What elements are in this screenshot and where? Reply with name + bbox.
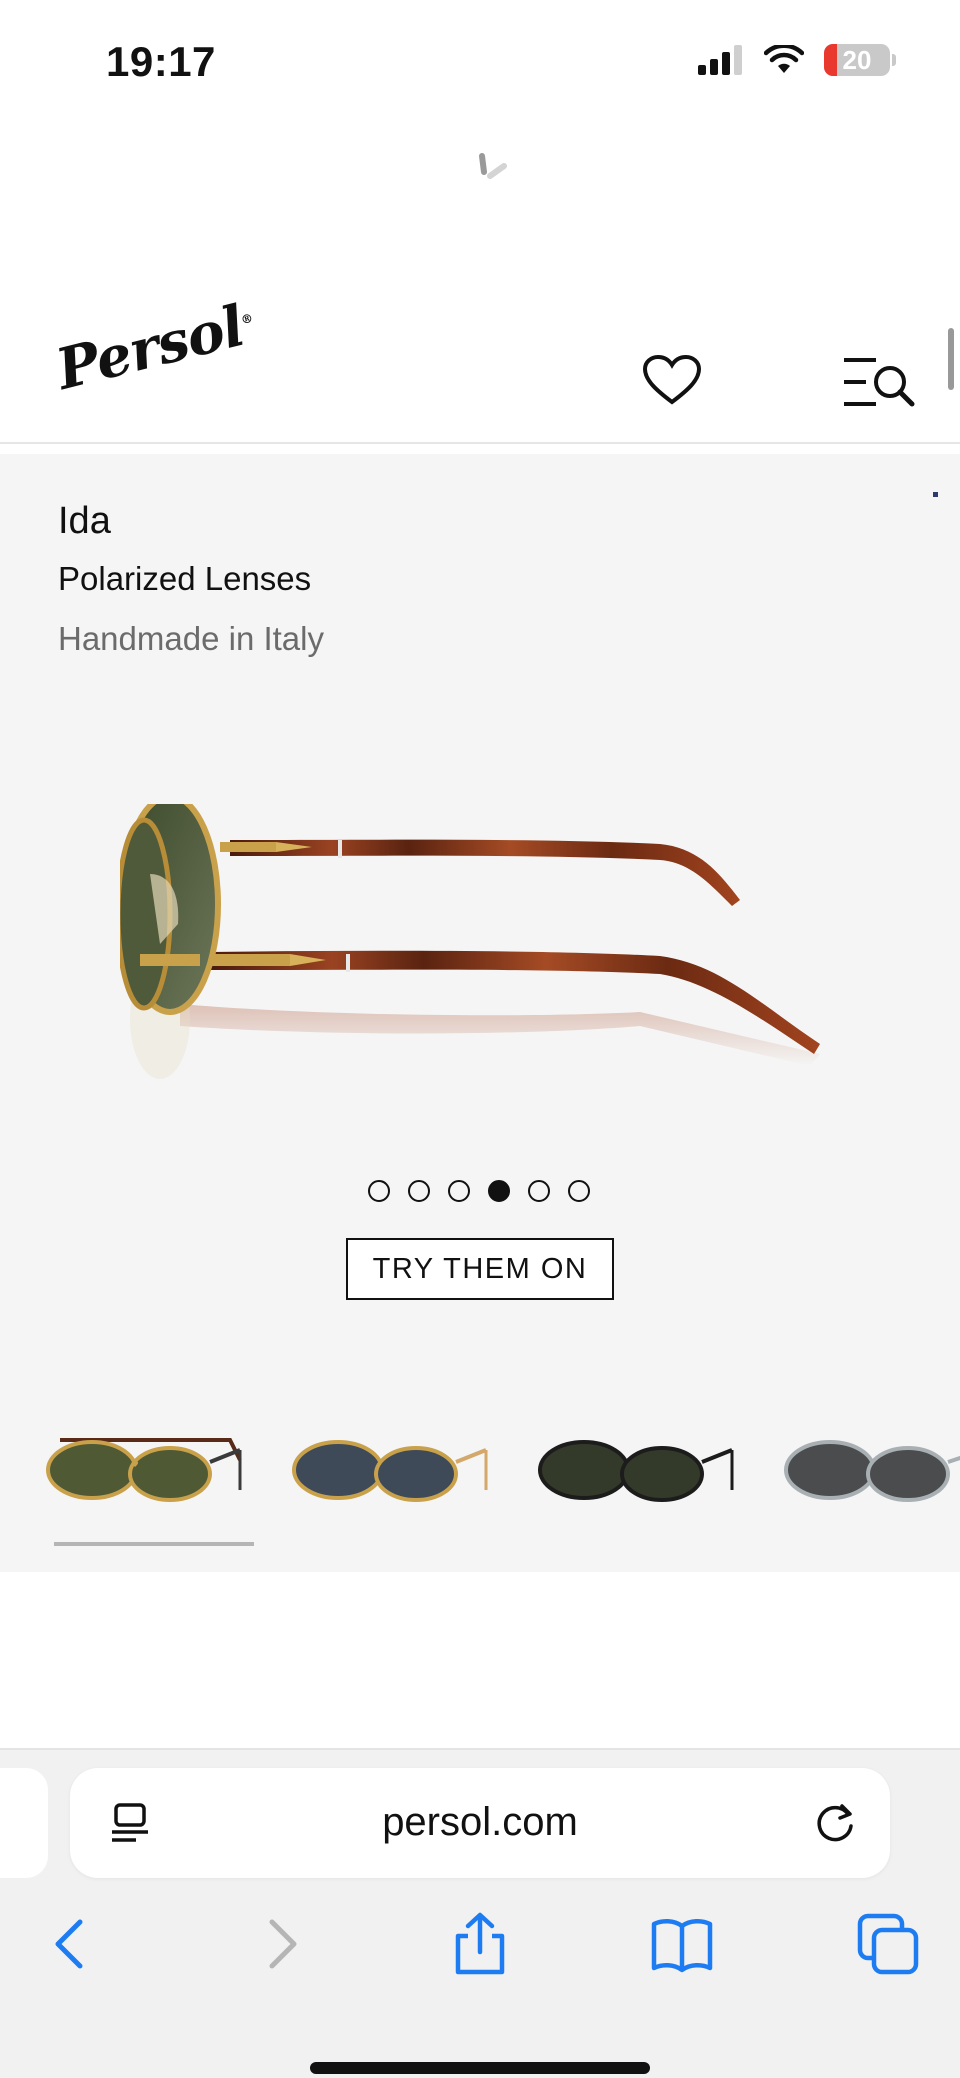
carousel-dot[interactable] bbox=[408, 1180, 430, 1202]
carousel-dot[interactable] bbox=[528, 1180, 550, 1202]
product-subtitle: Polarized Lenses bbox=[58, 560, 312, 597]
bookmarks-icon[interactable] bbox=[650, 1912, 714, 1976]
carousel-dot[interactable] bbox=[448, 1180, 470, 1202]
reload-icon[interactable] bbox=[812, 1800, 858, 1846]
tabs-icon[interactable] bbox=[856, 1912, 920, 1976]
loading-spinner-icon bbox=[479, 153, 507, 179]
product-name: Ida bbox=[58, 500, 111, 542]
previous-tab-preview[interactable] bbox=[0, 1768, 48, 1878]
carousel-dots bbox=[368, 1180, 590, 1202]
back-icon[interactable] bbox=[40, 1912, 104, 1976]
try-them-on-button[interactable]: TRY THEM ON bbox=[346, 1238, 614, 1300]
variant-gold-green[interactable] bbox=[40, 1420, 246, 1520]
product-origin: Handmade in Italy bbox=[58, 620, 324, 657]
corner-marker bbox=[933, 492, 938, 497]
status-time: 19:17 bbox=[106, 38, 216, 85]
menu-search-icon[interactable] bbox=[842, 354, 918, 410]
product-image[interactable] bbox=[120, 804, 860, 1154]
brand-logo[interactable]: Persol® bbox=[50, 290, 261, 403]
scroll-indicator[interactable] bbox=[948, 328, 954, 390]
heart-icon[interactable] bbox=[642, 354, 702, 406]
wifi-icon bbox=[764, 45, 804, 73]
address-url[interactable]: persol.com bbox=[70, 1800, 890, 1845]
share-icon[interactable] bbox=[448, 1912, 512, 1976]
status-bar: 19:17 20 bbox=[0, 0, 960, 130]
color-variants bbox=[40, 1420, 960, 1520]
site-header: Persol® bbox=[0, 293, 960, 444]
battery-icon: 20 bbox=[824, 44, 890, 76]
variant-black-green[interactable] bbox=[532, 1420, 738, 1520]
product-panel: Ida Polarized Lenses Handmade in Italy T… bbox=[0, 454, 960, 1572]
carousel-dot-active[interactable] bbox=[488, 1180, 510, 1202]
home-indicator[interactable] bbox=[310, 2062, 650, 2074]
selected-variant-underline bbox=[54, 1542, 254, 1546]
carousel-dot[interactable] bbox=[568, 1180, 590, 1202]
battery-level: 20 bbox=[842, 44, 872, 75]
variant-gold-blue[interactable] bbox=[286, 1420, 492, 1520]
forward-icon[interactable] bbox=[248, 1912, 312, 1976]
carousel-dot[interactable] bbox=[368, 1180, 390, 1202]
battery-tip bbox=[892, 54, 896, 66]
status-icons: 20 bbox=[698, 44, 896, 76]
browser-chrome: persol.com bbox=[0, 1750, 960, 2078]
browser-toolbar bbox=[0, 1900, 960, 2000]
variant-silver-grey[interactable] bbox=[778, 1420, 960, 1520]
cellular-signal-icon bbox=[698, 45, 742, 75]
address-bar[interactable]: persol.com bbox=[70, 1768, 890, 1878]
